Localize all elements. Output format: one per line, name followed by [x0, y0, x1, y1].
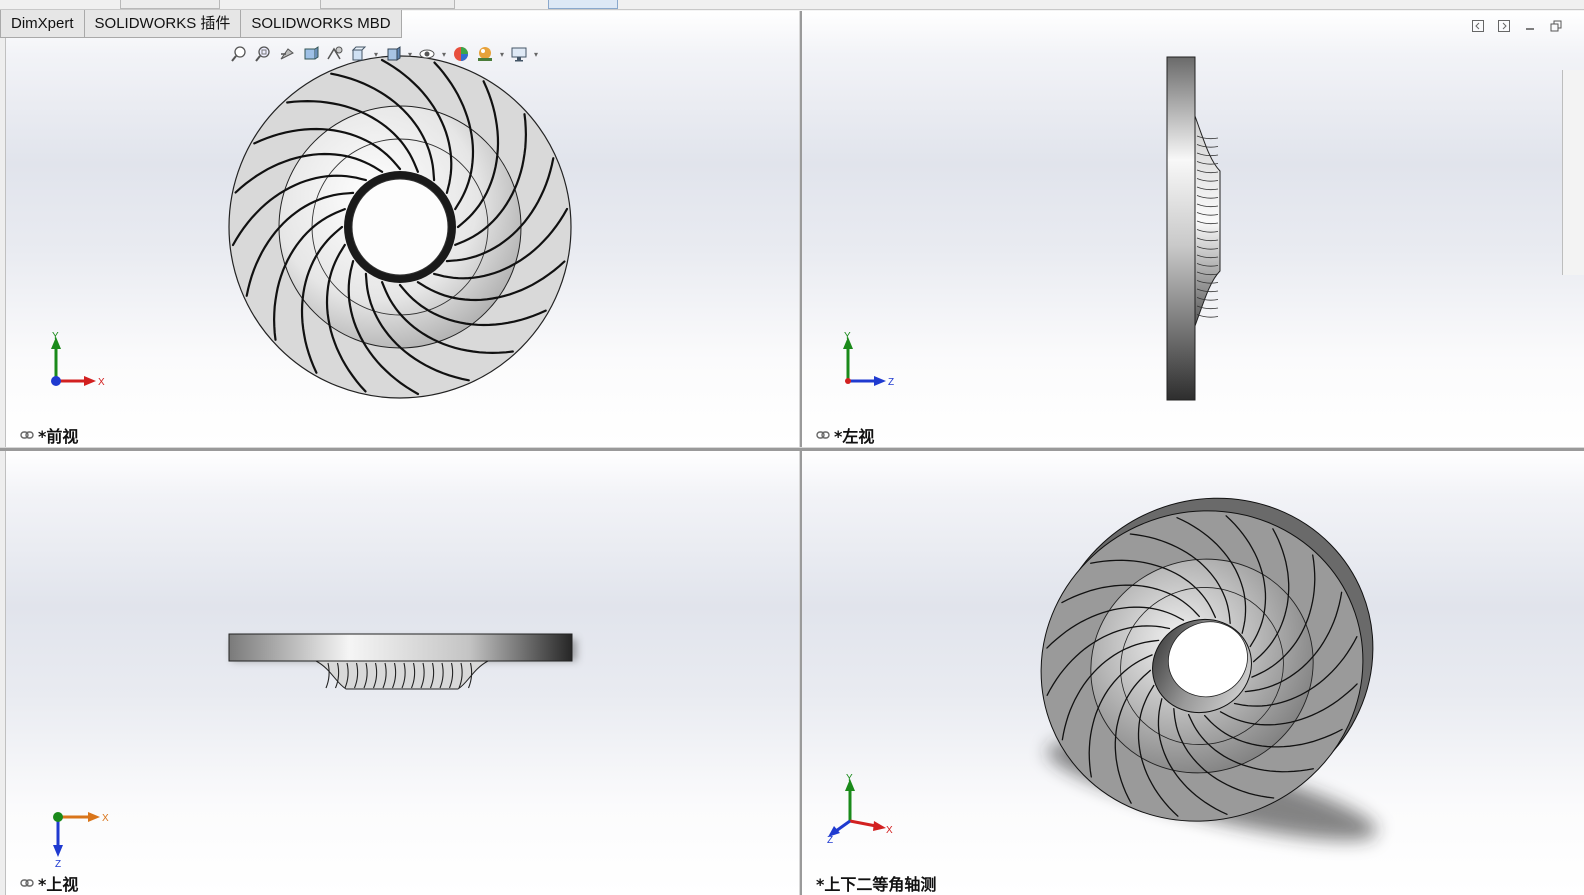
link-views-icon[interactable]	[20, 430, 34, 440]
reference-triad-front: Y X	[51, 331, 105, 388]
disc-edge	[1166, 56, 1196, 401]
viewport-name-left: *左视	[834, 427, 875, 446]
hide-show-items-icon[interactable]	[416, 43, 438, 65]
triad-y-label: Y	[52, 331, 59, 342]
top-toolbar-strip	[0, 0, 1584, 10]
previous-view-icon[interactable]	[276, 43, 298, 65]
viewport-front[interactable]: ▾ ▾ ▾ ▾ ▾ Y X *前视	[6, 11, 799, 447]
triad-y-label: Y	[844, 331, 851, 342]
viewport-left[interactable]: Y Z *左视	[802, 11, 1584, 447]
viewport-isometric[interactable]: Y X Z *上下二等角轴测	[802, 451, 1584, 895]
viewport-label-left[interactable]: *左视	[816, 425, 875, 446]
tab-solidworks-mbd[interactable]: SOLIDWORKS MBD	[241, 10, 402, 38]
triad-x-label: X	[886, 825, 893, 836]
impeller-bore	[351, 178, 449, 276]
viewport-splitter-horizontal[interactable]	[0, 447, 1584, 451]
task-pane-collapsed-edge[interactable]	[1562, 70, 1584, 275]
triad-y-label: Y	[846, 773, 853, 784]
triad-x-label: X	[102, 813, 109, 824]
toolbar-stub[interactable]	[320, 0, 455, 9]
link-views-icon[interactable]	[20, 878, 34, 888]
view-orientation-icon[interactable]	[348, 43, 370, 65]
triad-z-label: Z	[827, 835, 833, 846]
tile-left-icon[interactable]	[1470, 18, 1486, 34]
dynamic-annotation-icon[interactable]	[324, 43, 346, 65]
reference-triad-iso: Y X Z	[827, 773, 893, 846]
zoom-to-fit-icon[interactable]	[228, 43, 250, 65]
solidworks-window: ▾ ▾ ▾ ▾ ▾ Y X *前视 Y Z *左视 X Z *上视 Y X Z …	[0, 0, 1584, 895]
edit-appearance-icon[interactable]	[450, 43, 472, 65]
apply-scene-icon[interactable]	[474, 43, 496, 65]
viewport-label-iso[interactable]: *上下二等角轴测	[816, 873, 937, 894]
triad-x-label: X	[98, 377, 105, 388]
viewport-label-front[interactable]: *前视	[20, 425, 79, 446]
triad-z-label: Z	[888, 377, 894, 388]
viewport-top[interactable]: X Z *上视	[6, 451, 799, 895]
reference-triad-left: Y Z	[843, 331, 894, 388]
dropdown-arrow-icon[interactable]: ▾	[532, 50, 540, 59]
link-views-icon[interactable]	[816, 430, 830, 440]
viewport-name-top: *上视	[38, 875, 79, 894]
dropdown-arrow-icon[interactable]: ▾	[372, 50, 380, 59]
tab-dimxpert[interactable]: DimXpert	[0, 10, 85, 38]
hub-profile	[1194, 115, 1221, 327]
disc-edge-top	[228, 633, 573, 662]
toolbar-stub[interactable]	[120, 0, 220, 9]
view-settings-icon[interactable]	[508, 43, 530, 65]
dropdown-arrow-icon[interactable]: ▾	[406, 50, 414, 59]
triad-z-label: Z	[55, 859, 61, 870]
hub-blade-edge	[1196, 314, 1219, 318]
tile-right-icon[interactable]	[1496, 18, 1512, 34]
display-style-icon[interactable]	[382, 43, 404, 65]
command-manager-tabs: DimXpert SOLIDWORKS 插件 SOLIDWORKS MBD	[0, 10, 402, 38]
section-view-icon[interactable]	[300, 43, 322, 65]
viewport-splitter-vertical[interactable]	[799, 11, 802, 895]
restore-icon[interactable]	[1548, 18, 1564, 34]
viewport-label-top[interactable]: *上视	[20, 873, 79, 894]
heads-up-view-toolbar: ▾ ▾ ▾ ▾ ▾	[228, 43, 540, 65]
zoom-to-area-icon[interactable]	[252, 43, 274, 65]
viewport-name-iso: *上下二等角轴测	[816, 875, 937, 894]
toolbar-stub-active[interactable]	[548, 0, 618, 9]
dropdown-arrow-icon[interactable]: ▾	[440, 50, 448, 59]
tab-solidworks-addins[interactable]: SOLIDWORKS 插件	[84, 10, 242, 38]
minimize-icon[interactable]	[1522, 18, 1538, 34]
viewport-name-front: *前视	[38, 427, 79, 446]
viewport-window-controls	[1470, 18, 1564, 34]
dropdown-arrow-icon[interactable]: ▾	[498, 50, 506, 59]
